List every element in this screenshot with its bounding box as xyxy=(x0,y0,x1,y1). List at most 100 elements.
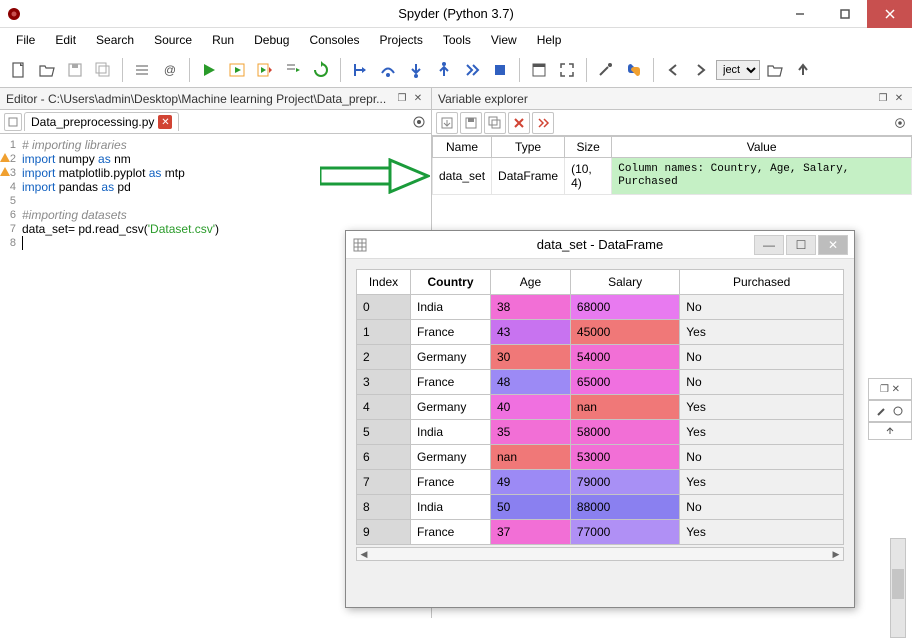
maximize-button[interactable] xyxy=(822,0,867,28)
run-button[interactable] xyxy=(196,57,222,83)
df-row[interactable]: 0India3868000No xyxy=(357,295,844,320)
menu-help[interactable]: Help xyxy=(529,31,570,49)
df-col[interactable]: Index xyxy=(357,270,411,295)
var-col[interactable]: Type xyxy=(492,137,565,158)
df-minimize-button[interactable]: — xyxy=(754,235,784,255)
menu-consoles[interactable]: Consoles xyxy=(301,31,367,49)
undock-icon[interactable]: ❐ xyxy=(876,92,890,106)
undock-icon[interactable]: ❐ xyxy=(395,92,409,106)
df-row[interactable]: 3France4865000No xyxy=(357,370,844,395)
working-dir-combo[interactable]: ject xyxy=(716,60,760,80)
close-tab-icon[interactable]: ✕ xyxy=(158,115,172,129)
minimize-button[interactable] xyxy=(777,0,822,28)
df-row[interactable]: 2Germany3054000No xyxy=(357,345,844,370)
svg-text:@: @ xyxy=(164,63,176,77)
browse-dir-button[interactable] xyxy=(762,57,788,83)
var-col[interactable]: Value xyxy=(612,137,912,158)
python-path-button[interactable] xyxy=(621,57,647,83)
df-row[interactable]: 9France3777000Yes xyxy=(357,520,844,545)
var-col[interactable]: Name xyxy=(433,137,492,158)
scrollbar[interactable] xyxy=(890,538,906,638)
new-file-button[interactable] xyxy=(6,57,32,83)
back-button[interactable] xyxy=(660,57,686,83)
file-tab[interactable]: Data_preprocessing.py ✕ xyxy=(24,112,179,131)
dock-arrow[interactable] xyxy=(868,422,912,440)
dock-undock[interactable]: ❐ ✕ xyxy=(868,378,912,400)
df-row[interactable]: 4Germany40nanYes xyxy=(357,395,844,420)
close-button[interactable] xyxy=(867,0,912,28)
save-all-button[interactable] xyxy=(90,57,116,83)
browse-tabs-button[interactable] xyxy=(4,113,22,131)
maximize-pane-button[interactable] xyxy=(526,57,552,83)
step-out-button[interactable] xyxy=(431,57,457,83)
dock-tools[interactable] xyxy=(868,400,912,422)
df-titlebar: data_set - DataFrame — ☐ ✕ xyxy=(346,231,854,259)
annotation-arrow xyxy=(320,158,430,197)
menu-run[interactable]: Run xyxy=(204,31,242,49)
df-row[interactable]: 7France4979000Yes xyxy=(357,470,844,495)
app-icon xyxy=(6,6,22,22)
var-col[interactable]: Size xyxy=(565,137,612,158)
close-pane-icon[interactable]: ✕ xyxy=(892,92,906,106)
editor-options-icon[interactable] xyxy=(411,114,427,130)
list-button[interactable] xyxy=(129,57,155,83)
df-table[interactable]: IndexCountryAgeSalaryPurchased 0India386… xyxy=(356,269,844,545)
var-name: data_set xyxy=(433,158,492,195)
rerun-button[interactable] xyxy=(308,57,334,83)
open-file-button[interactable] xyxy=(34,57,60,83)
step-over-button[interactable] xyxy=(375,57,401,83)
remove-var-button[interactable] xyxy=(508,112,530,134)
var-toolbar xyxy=(432,110,912,136)
remove-all-button[interactable] xyxy=(532,112,554,134)
run-cell-button[interactable] xyxy=(224,57,250,83)
dataframe-window: data_set - DataFrame — ☐ ✕ IndexCountryA… xyxy=(345,230,855,608)
editor-pane-header: Editor - C:\Users\admin\Desktop\Machine … xyxy=(0,88,431,110)
parent-dir-button[interactable] xyxy=(790,57,816,83)
step-into-button[interactable] xyxy=(403,57,429,83)
continue-button[interactable] xyxy=(459,57,485,83)
var-table[interactable]: NameTypeSizeValue data_set DataFrame (10… xyxy=(432,136,912,195)
at-button[interactable]: @ xyxy=(157,57,183,83)
df-maximize-button[interactable]: ☐ xyxy=(786,235,816,255)
var-explorer-header: Variable explorer ❐ ✕ xyxy=(432,88,912,110)
tab-label: Data_preprocessing.py xyxy=(31,115,154,129)
df-col[interactable]: Country xyxy=(411,270,491,295)
main-toolbar: @ ject xyxy=(0,52,912,88)
forward-button[interactable] xyxy=(688,57,714,83)
menu-edit[interactable]: Edit xyxy=(47,31,84,49)
editor-tabbar: Data_preprocessing.py ✕ xyxy=(0,110,431,134)
df-row[interactable]: 1France4345000Yes xyxy=(357,320,844,345)
menu-tools[interactable]: Tools xyxy=(435,31,479,49)
df-col[interactable]: Age xyxy=(491,270,571,295)
df-col[interactable]: Salary xyxy=(570,270,679,295)
save-data-as-button[interactable] xyxy=(484,112,506,134)
save-button[interactable] xyxy=(62,57,88,83)
df-horizontal-scrollbar[interactable]: ◀▶ xyxy=(356,547,844,561)
df-row[interactable]: 8India5088000No xyxy=(357,495,844,520)
close-pane-icon[interactable]: ✕ xyxy=(411,92,425,106)
menu-projects[interactable]: Projects xyxy=(372,31,431,49)
editor-path: Editor - C:\Users\admin\Desktop\Machine … xyxy=(6,92,386,106)
var-row[interactable]: data_set DataFrame (10, 4) Column names:… xyxy=(433,158,912,195)
menu-search[interactable]: Search xyxy=(88,31,142,49)
var-value: Column names: Country, Age, Salary, Purc… xyxy=(612,158,912,195)
run-selection-button[interactable] xyxy=(280,57,306,83)
menu-source[interactable]: Source xyxy=(146,31,200,49)
menu-view[interactable]: View xyxy=(483,31,525,49)
var-size: (10, 4) xyxy=(565,158,612,195)
import-data-button[interactable] xyxy=(436,112,458,134)
fullscreen-button[interactable] xyxy=(554,57,580,83)
df-col[interactable]: Purchased xyxy=(680,270,844,295)
menu-file[interactable]: File xyxy=(8,31,43,49)
df-row[interactable]: 6Germanynan53000No xyxy=(357,445,844,470)
df-row[interactable]: 5India3558000Yes xyxy=(357,420,844,445)
preferences-button[interactable] xyxy=(593,57,619,83)
window-titlebar: Spyder (Python 3.7) xyxy=(0,0,912,28)
df-close-button[interactable]: ✕ xyxy=(818,235,848,255)
menu-debug[interactable]: Debug xyxy=(246,31,297,49)
run-cell-advance-button[interactable] xyxy=(252,57,278,83)
var-options-icon[interactable] xyxy=(892,115,908,131)
debug-button[interactable] xyxy=(347,57,373,83)
stop-debug-button[interactable] xyxy=(487,57,513,83)
save-data-button[interactable] xyxy=(460,112,482,134)
